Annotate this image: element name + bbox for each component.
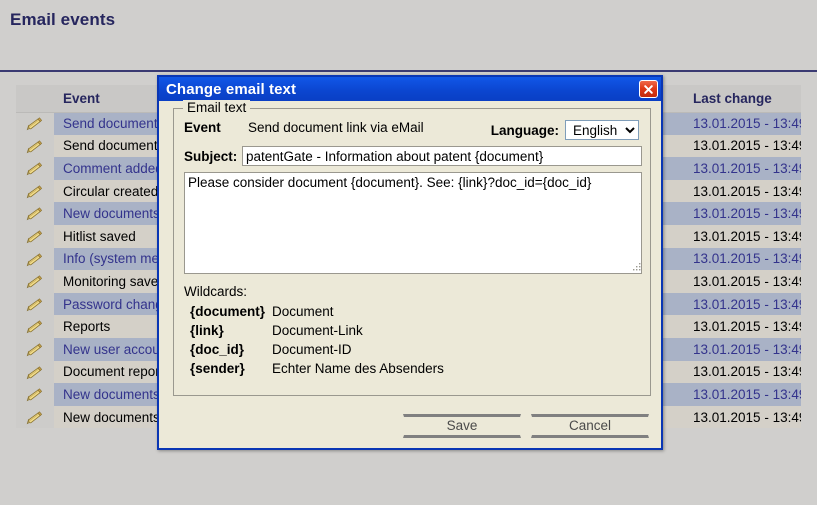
wildcard-row: {document} Document: [184, 302, 444, 321]
last-change-cell: 13.01.2015 - 13:49: [684, 360, 801, 384]
last-change-cell: 13.01.2015 - 13:49: [684, 224, 801, 248]
message-textarea[interactable]: [184, 172, 642, 274]
last-change-cell: 13.01.2015 - 13:49: [684, 112, 801, 135]
pencil-icon[interactable]: [16, 383, 54, 406]
dialog-button-bar: Save Cancel: [159, 414, 661, 438]
pencil-icon[interactable]: [16, 224, 54, 248]
header-divider: [0, 70, 817, 72]
wildcards-label: Wildcards:: [184, 284, 248, 299]
wildcard-row: {sender} Echter Name des Absenders: [184, 359, 444, 378]
language-select[interactable]: English: [565, 120, 639, 140]
last-change-cell: 13.01.2015 - 13:49: [684, 179, 801, 203]
page-title: Email events: [10, 10, 116, 29]
subject-row: Subject:: [184, 146, 642, 166]
column-header-last-change: Last change: [684, 85, 801, 113]
dialog-titlebar[interactable]: Change email text: [159, 77, 661, 101]
pencil-icon[interactable]: [16, 112, 54, 135]
pencil-icon[interactable]: [16, 202, 54, 225]
email-text-fieldset: Email text Event Send document link via …: [173, 100, 651, 396]
language-label: Language:: [490, 122, 559, 138]
pencil-icon[interactable]: [16, 247, 54, 271]
subject-label: Subject:: [184, 148, 238, 164]
last-change-cell: 13.01.2015 - 13:49: [684, 157, 801, 180]
last-change-cell: 13.01.2015 - 13:49: [684, 292, 801, 316]
last-change-cell: 13.01.2015 - 13:49: [684, 247, 801, 271]
wildcard-key: {document}: [190, 304, 266, 319]
last-change-cell: 13.01.2015 - 13:49: [684, 202, 801, 225]
wildcard-key: {link}: [190, 323, 224, 338]
fieldset-legend: Email text: [183, 100, 251, 115]
last-change-cell: 13.01.2015 - 13:49: [684, 134, 801, 158]
change-email-text-dialog: Change email text Email text Event Send …: [157, 75, 663, 450]
subject-input[interactable]: [242, 146, 642, 166]
wildcard-key: {doc_id}: [190, 342, 245, 357]
pencil-icon[interactable]: [16, 292, 54, 316]
event-row: Event Send document link via eMail Langu…: [184, 120, 639, 140]
wildcard-key: {sender}: [190, 361, 245, 376]
last-change-cell: 13.01.2015 - 13:49: [684, 383, 801, 406]
wildcards-table: {document} Document {link} Document-Link {do…: [184, 302, 444, 378]
dialog-title: Change email text: [166, 80, 297, 98]
last-change-cell: 13.01.2015 - 13:49: [684, 337, 801, 361]
last-change-cell: 13.01.2015 - 13:49: [684, 270, 801, 293]
pencil-icon[interactable]: [16, 337, 54, 361]
column-header-icon: [16, 85, 54, 113]
close-icon[interactable]: [639, 80, 658, 98]
wildcard-description: Echter Name des Absenders: [272, 361, 444, 376]
pencil-icon[interactable]: [16, 360, 54, 384]
language-group: Language: English: [491, 120, 639, 140]
wildcard-description: Document-ID: [272, 342, 352, 357]
pencil-icon[interactable]: [16, 315, 54, 338]
pencil-icon[interactable]: [16, 270, 54, 293]
pencil-icon[interactable]: [16, 179, 54, 203]
pencil-icon[interactable]: [16, 405, 54, 429]
pencil-icon[interactable]: [16, 134, 54, 158]
wildcards-block: Wildcards: {document} Document {link} Docum…: [184, 284, 444, 378]
wildcard-row: {link} Document-Link: [184, 321, 444, 340]
wildcard-description: Document: [272, 304, 334, 319]
pencil-icon[interactable]: [16, 157, 54, 180]
event-label: Event: [184, 120, 221, 135]
last-change-cell: 13.01.2015 - 13:49: [684, 315, 801, 338]
cancel-button[interactable]: Cancel: [531, 414, 649, 438]
save-button[interactable]: Save: [403, 414, 521, 438]
last-change-cell: 13.01.2015 - 13:49: [684, 405, 801, 429]
wildcard-description: Document-Link: [272, 323, 363, 338]
wildcard-row: {doc_id} Document-ID: [184, 340, 444, 359]
event-value: Send document link via eMail: [248, 120, 424, 135]
